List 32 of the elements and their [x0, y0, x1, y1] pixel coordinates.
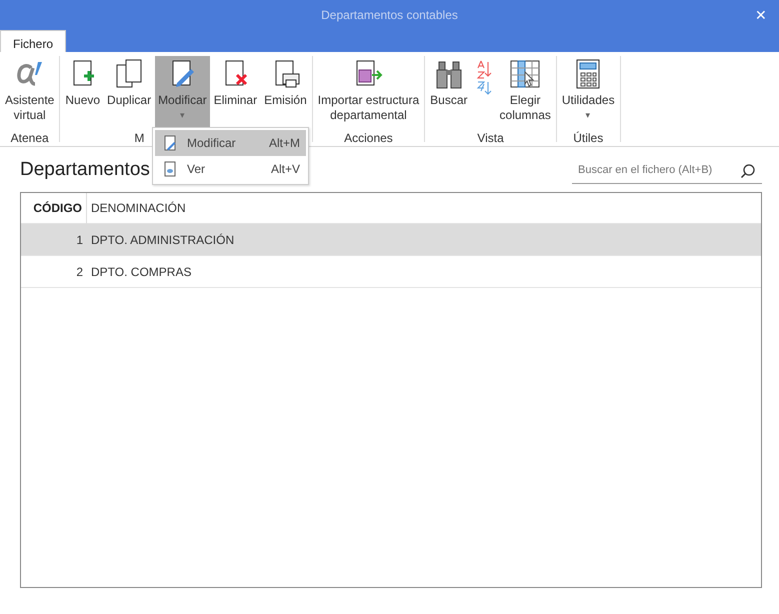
- ribbon-button[interactable]: Elegir columnas: [496, 56, 554, 130]
- group-label: Vista: [477, 131, 504, 145]
- table-cell-text: DPTO. ADMINISTRACIÓN: [90, 232, 234, 248]
- ribbon-button[interactable]: Eliminar: [210, 56, 260, 130]
- table-row[interactable]: 2 DPTO. COMPRAS: [21, 256, 761, 288]
- sort-icon: [474, 58, 493, 96]
- caret-icon: ▾: [180, 108, 185, 123]
- menu-item[interactable]: Modificar Alt+M: [155, 130, 306, 156]
- window-title: Departamentos contables: [321, 7, 458, 24]
- group-label: Útiles: [573, 131, 604, 145]
- group-label: Acciones: [344, 131, 393, 145]
- table-row[interactable]: 1 DPTO. ADMINISTRACIÓN: [21, 224, 761, 256]
- ribbon-button[interactable]: Duplicar: [104, 56, 154, 130]
- group-label: M: [134, 131, 144, 145]
- ribbon-button[interactable]: Modificar ▾: [155, 56, 210, 130]
- caret-icon: ▾: [586, 108, 591, 123]
- columns-icon: [509, 58, 542, 90]
- ribbon-button[interactable]: Utilidades ▾: [558, 56, 618, 130]
- ribbon-tab[interactable]: Fichero: [0, 30, 66, 52]
- column-header[interactable]: DENOMINACIÓN: [87, 199, 186, 217]
- ribbon-button[interactable]: Asistente virtual: [2, 56, 58, 130]
- table-cell-text: 2: [75, 264, 84, 280]
- ribbon-button[interactable]: Buscar: [427, 56, 471, 130]
- group-label: Atenea: [10, 131, 49, 145]
- table-cell-text: DPTO. COMPRAS: [90, 264, 192, 280]
- menu-item[interactable]: Ver Alt+V: [155, 156, 306, 182]
- table-cell-text: 1: [75, 232, 84, 248]
- page-heading: Departamentos: [20, 158, 150, 182]
- ribbon-button[interactable]: Nuevo: [62, 56, 104, 130]
- search-icon[interactable]: [740, 162, 756, 178]
- close-button[interactable]: ✕: [751, 5, 771, 26]
- ribbon-button[interactable]: Importar estructura departamental: [314, 56, 422, 130]
